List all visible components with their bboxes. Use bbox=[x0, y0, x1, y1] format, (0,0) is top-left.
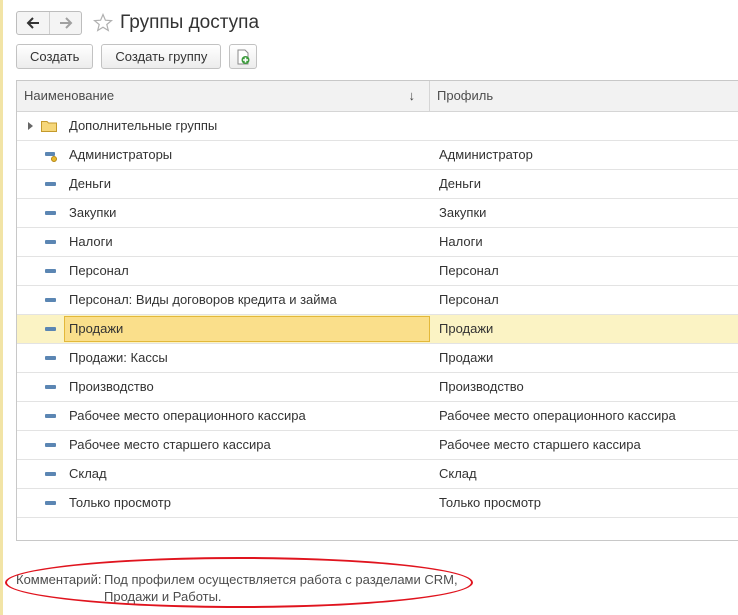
group-item-icon bbox=[45, 472, 56, 476]
name-cell[interactable]: Рабочее место старшего кассира bbox=[17, 431, 430, 459]
group-name: Персонал bbox=[69, 263, 129, 278]
table-row[interactable]: Продажи Продажи bbox=[17, 315, 738, 344]
name-cell[interactable]: Персонал: Виды договоров кредита и займа bbox=[17, 286, 430, 314]
name-cell[interactable]: Только просмотр bbox=[17, 489, 430, 517]
profile-cell[interactable]: Склад bbox=[430, 460, 738, 488]
group-item-icon bbox=[45, 269, 56, 273]
name-cell[interactable]: Администраторы bbox=[17, 141, 430, 169]
add-document-icon bbox=[237, 49, 250, 64]
profile-cell[interactable] bbox=[430, 112, 738, 140]
group-name: Дополнительные группы bbox=[69, 118, 218, 133]
name-cell[interactable]: Склад bbox=[17, 460, 430, 488]
group-item-icon bbox=[45, 240, 56, 244]
folder-icon bbox=[41, 121, 57, 132]
group-name: Персонал: Виды договоров кредита и займа bbox=[69, 292, 337, 307]
expand-arrow-icon[interactable] bbox=[28, 122, 33, 130]
toolbar: Создать Создать группу bbox=[16, 44, 265, 69]
group-item-icon bbox=[45, 182, 56, 186]
table-row[interactable]: Склад Склад bbox=[17, 460, 738, 489]
table-row[interactable]: Дополнительные группы bbox=[17, 112, 738, 141]
favorite-star-icon[interactable] bbox=[92, 12, 114, 34]
table-row[interactable]: Рабочее место операционного кассира Рабоч… bbox=[17, 402, 738, 431]
arrow-right-icon bbox=[59, 17, 72, 29]
profile-cell[interactable]: Только просмотр bbox=[430, 489, 738, 517]
group-item-icon bbox=[45, 356, 56, 360]
name-cell[interactable]: Налоги bbox=[17, 228, 430, 256]
back-button[interactable] bbox=[17, 12, 49, 34]
group-name: Только просмотр bbox=[69, 495, 171, 510]
name-cell[interactable]: Рабочее место операционного кассира bbox=[17, 402, 430, 430]
table-row[interactable]: Деньги Деньги bbox=[17, 170, 738, 199]
create-group-button[interactable]: Создать группу bbox=[101, 44, 222, 69]
group-item-icon bbox=[45, 414, 56, 418]
comment-text: Под профилем осуществляется работа с раз… bbox=[104, 572, 458, 604]
profile-cell[interactable]: Деньги bbox=[430, 170, 738, 198]
profile-cell[interactable]: Закупки bbox=[430, 199, 738, 227]
table-row[interactable]: Производство Производство bbox=[17, 373, 738, 402]
name-cell[interactable]: Продажи: Кассы bbox=[17, 344, 430, 372]
table-header: Наименование ↓ Профиль bbox=[17, 81, 738, 112]
name-cell[interactable]: Производство bbox=[17, 373, 430, 401]
navigation-buttons bbox=[16, 11, 82, 35]
name-cell[interactable]: Закупки bbox=[17, 199, 430, 227]
profile-cell[interactable]: Налоги bbox=[430, 228, 738, 256]
forward-button[interactable] bbox=[49, 12, 81, 34]
column-header-name[interactable]: Наименование ↓ bbox=[17, 81, 430, 111]
comment-label: Комментарий: bbox=[16, 572, 102, 587]
profile-cell[interactable]: Рабочее место операционного кассира bbox=[430, 402, 738, 430]
group-name: Налоги bbox=[69, 234, 113, 249]
arrow-left-icon bbox=[26, 17, 39, 29]
group-item-icon bbox=[45, 327, 56, 331]
access-groups-table[interactable]: Наименование ↓ Профиль Дополнительные гр… bbox=[16, 80, 738, 541]
profile-cell[interactable]: Продажи bbox=[430, 344, 738, 372]
table-row[interactable]: Налоги Налоги bbox=[17, 228, 738, 257]
group-item-icon bbox=[45, 298, 56, 302]
window-header: Группы доступа bbox=[16, 10, 259, 36]
table-row[interactable]: Персонал Персонал bbox=[17, 257, 738, 286]
table-row[interactable]: Рабочее место старшего кассира Рабочее ме… bbox=[17, 431, 738, 460]
column-header-profile[interactable]: Профиль bbox=[430, 81, 738, 111]
profile-cell[interactable]: Персонал bbox=[430, 286, 738, 314]
group-item-icon bbox=[45, 443, 56, 447]
window-left-edge bbox=[0, 0, 3, 615]
admin-marker-icon bbox=[51, 156, 57, 162]
create-button[interactable]: Создать bbox=[16, 44, 94, 69]
group-name: Деньги bbox=[69, 176, 111, 191]
name-cell[interactable]: Продажи bbox=[17, 315, 430, 343]
profile-cell[interactable]: Администратор bbox=[430, 141, 738, 169]
table-body: Дополнительные группы Администраторы Админ… bbox=[17, 112, 738, 518]
profile-cell[interactable]: Производство bbox=[430, 373, 738, 401]
group-name: Продажи: Кассы bbox=[69, 350, 168, 365]
group-name: Рабочее место старшего кассира bbox=[69, 437, 271, 452]
group-item-icon bbox=[45, 385, 56, 389]
page-title: Группы доступа bbox=[120, 12, 260, 33]
group-name: Производство bbox=[69, 379, 154, 394]
profile-cell[interactable]: Продажи bbox=[430, 315, 738, 343]
profile-cell[interactable]: Рабочее место старшего кассира bbox=[430, 431, 738, 459]
table-row[interactable]: Закупки Закупки bbox=[17, 199, 738, 228]
name-cell[interactable]: Дополнительные группы bbox=[17, 112, 430, 140]
table-row[interactable]: Продажи: Кассы Продажи bbox=[17, 344, 738, 373]
sort-descending-icon: ↓ bbox=[408, 88, 416, 103]
add-item-button[interactable] bbox=[229, 44, 258, 69]
table-row[interactable]: Персонал: Виды договоров кредита и займа… bbox=[17, 286, 738, 315]
group-item-icon bbox=[45, 501, 56, 505]
group-name: Продажи bbox=[64, 316, 430, 342]
table-row[interactable]: Только просмотр Только просмотр bbox=[17, 489, 738, 518]
name-cell[interactable]: Деньги bbox=[17, 170, 430, 198]
group-name: Склад bbox=[69, 466, 107, 481]
group-name: Рабочее место операционного кассира bbox=[69, 408, 306, 423]
name-cell[interactable]: Персонал bbox=[17, 257, 430, 285]
table-row[interactable]: Администраторы Администратор bbox=[17, 141, 738, 170]
group-item-icon bbox=[45, 211, 56, 215]
group-name: Администраторы bbox=[69, 147, 173, 162]
group-name: Закупки bbox=[69, 205, 117, 220]
profile-cell[interactable]: Персонал bbox=[430, 257, 738, 285]
